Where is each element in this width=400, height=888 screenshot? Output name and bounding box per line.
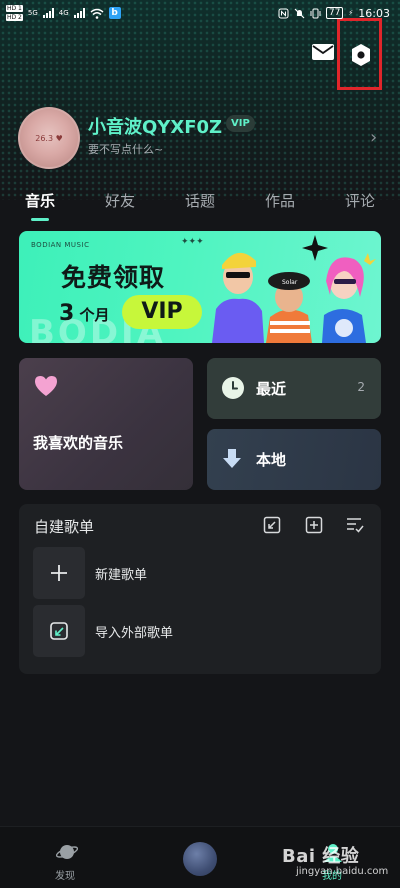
active-tab-indicator (31, 218, 49, 221)
recent-card[interactable]: 最近 2 (207, 358, 381, 419)
clock-time: 16:03 (358, 6, 390, 20)
import-playlist-thumb (33, 605, 85, 657)
download-icon (223, 449, 241, 468)
sim-indicators: HD 1 HD 2 (6, 4, 23, 22)
status-right: 77 ⚡ 16:03 (278, 7, 390, 20)
settings-highlight-box (337, 18, 382, 90)
profile-tabs: 音乐 好友 话题 作品 评论 (0, 190, 400, 220)
wifi-icon (90, 8, 104, 19)
new-playlist-row[interactable]: 新建歌单 (33, 547, 363, 599)
banner-months-unit: 个月 (79, 306, 110, 324)
banner-vip-pill: VIP (122, 295, 202, 329)
watermark-main: Bai 经验 (282, 846, 360, 867)
sim2-label: HD 2 (6, 14, 23, 21)
avatar-text: 26.3 ♥ (35, 133, 63, 143)
signal2-icon (73, 8, 85, 18)
mail-icon[interactable] (311, 42, 335, 62)
vip-badge[interactable]: VIP (226, 115, 255, 132)
tab-friends[interactable]: 好友 (105, 190, 135, 211)
add-icon[interactable] (305, 516, 323, 534)
charging-icon: ⚡ (348, 9, 354, 17)
banner-characters-illustration: Solar (212, 235, 376, 343)
local-card[interactable]: 本地 (207, 429, 381, 490)
network2-label: 4G (58, 9, 69, 17)
vip-promo-banner[interactable]: BODIA BODIAN MUSIC ✦✦✦ 免费领取 3 个月 VIP Sol… (19, 231, 381, 343)
mini-player-cover[interactable] (183, 842, 217, 876)
banner-decoration: ✦✦✦ (181, 237, 204, 247)
settings-icon[interactable] (350, 43, 372, 67)
avatar[interactable]: 26.3 ♥ (18, 107, 80, 169)
plus-icon (51, 565, 67, 581)
recent-count: 2 (357, 380, 365, 394)
manage-list-icon[interactable] (346, 516, 364, 534)
watermark-sub: jingyan.baidu.com (296, 866, 389, 877)
import-playlist-label: 导入外部歌单 (95, 626, 174, 641)
nfc-icon (278, 8, 289, 18)
planet-icon[interactable] (56, 841, 78, 863)
created-playlists-panel: 自建歌单 新建歌单 导入外部歌单 (19, 504, 381, 674)
chevron-right-icon[interactable]: › (370, 127, 377, 148)
status-left: HD 1 HD 2 5G 4G b (6, 4, 121, 22)
favorites-card[interactable]: 我喜欢的音乐 (19, 358, 193, 490)
tab-works[interactable]: 作品 (265, 190, 295, 211)
signal1-icon (42, 8, 54, 18)
svg-text:Solar: Solar (282, 279, 298, 286)
battery-indicator: 77 (325, 7, 344, 19)
created-playlists-title: 自建歌单 (34, 518, 95, 536)
import-playlist-row[interactable]: 导入外部歌单 (33, 605, 363, 657)
new-playlist-thumb (33, 547, 85, 599)
profile-bio[interactable]: 要不写点什么~ (88, 141, 163, 157)
tab-topics[interactable]: 话题 (185, 190, 215, 211)
mute-icon (294, 8, 305, 18)
banner-months: 3 个月 (59, 301, 110, 326)
vibrate-icon (310, 8, 321, 18)
sim1-label: HD 1 (6, 5, 23, 12)
tab-comments[interactable]: 评论 (345, 190, 375, 211)
clock-icon (222, 377, 244, 399)
tab-music[interactable]: 音乐 (25, 190, 55, 211)
banner-title: 免费领取 (61, 263, 166, 292)
username[interactable]: 小音波QYXF0Z (88, 113, 222, 139)
nav-discover-label[interactable]: 发现 (55, 867, 75, 882)
banner-brand: BODIAN MUSIC (31, 241, 90, 249)
local-label: 本地 (256, 451, 287, 469)
import-icon[interactable] (263, 516, 281, 534)
banner-months-number: 3 (59, 301, 75, 326)
status-bar: HD 1 HD 2 5G 4G b 77 ⚡ 16:03 (0, 0, 400, 26)
network1-label: 5G (27, 9, 38, 17)
import-playlist-icon (50, 622, 68, 640)
new-playlist-label: 新建歌单 (95, 568, 148, 583)
recent-label: 最近 (256, 380, 287, 398)
app-notification-icon: b (108, 7, 121, 19)
favorites-label: 我喜欢的音乐 (33, 434, 124, 452)
heart-icon (35, 376, 57, 396)
